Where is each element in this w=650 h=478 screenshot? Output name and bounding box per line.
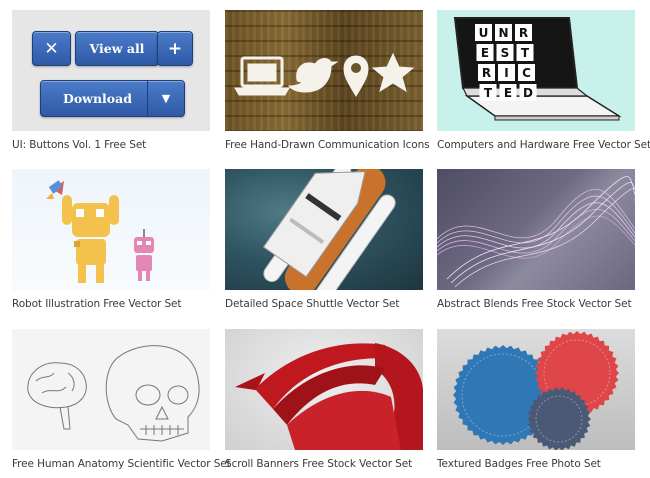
thumbnail-space-shuttle[interactable]: [225, 169, 423, 290]
letter-tile-text: I: [504, 66, 508, 80]
close-button-sample: ✕: [32, 31, 71, 66]
view-all-button-sample: View all: [75, 31, 159, 66]
letter-tile-text: S: [501, 46, 510, 60]
letter-tile-text: T: [484, 86, 493, 100]
letter-tile-text: T: [521, 46, 530, 60]
thumbnail-abstract-blends[interactable]: [437, 169, 635, 290]
rocket-icon: [46, 180, 64, 199]
yellow-robot-icon: [62, 195, 119, 283]
card-caption[interactable]: Abstract Blends Free Stock Vector Set: [437, 298, 632, 310]
scroll-banner-illustration: [235, 343, 423, 450]
thumbnail-hand-drawn-icons[interactable]: [225, 10, 423, 131]
letter-tile-text: D: [523, 86, 533, 100]
gallery-card-ui-buttons[interactable]: ✕ View all + Download ▼ UI: Buttons Vol.…: [12, 10, 210, 151]
skull-icon: [105, 345, 200, 442]
plus-button-sample: +: [157, 31, 193, 66]
plus-icon: +: [167, 38, 183, 59]
letter-tile-text: R: [519, 26, 528, 40]
gallery-card-space-shuttle[interactable]: Detailed Space Shuttle Vector Set: [225, 169, 423, 310]
thumbnail-human-anatomy[interactable]: [12, 329, 210, 450]
anatomy-illustration: [27, 345, 200, 442]
card-caption[interactable]: Robot Illustration Free Vector Set: [12, 298, 182, 310]
location-pin-icon: [343, 55, 369, 97]
gallery-card-human-anatomy[interactable]: Free Human Anatomy Scientific Vector Set: [12, 329, 231, 470]
card-caption[interactable]: Free Hand-Drawn Communication Icons: [225, 139, 430, 151]
card-caption[interactable]: Computers and Hardware Free Vector Set: [437, 139, 650, 151]
badges-illustration: [453, 331, 619, 450]
letter-tile-text: E: [504, 86, 512, 100]
card-caption[interactable]: Textured Badges Free Photo Set: [437, 458, 601, 470]
robot-illustration: [46, 180, 154, 283]
letter-tile-text: C: [522, 66, 531, 80]
view-all-label: View all: [89, 41, 145, 56]
brain-icon: [27, 362, 87, 430]
card-caption[interactable]: Free Human Anatomy Scientific Vector Set: [12, 458, 231, 470]
close-icon: ✕: [44, 38, 59, 59]
card-caption[interactable]: UI: Buttons Vol. 1 Free Set: [12, 139, 146, 151]
letter-tile-text: N: [498, 26, 508, 40]
thumbnail-robots[interactable]: [12, 169, 210, 290]
card-caption[interactable]: Detailed Space Shuttle Vector Set: [225, 298, 399, 310]
gallery-card-hand-drawn-icons[interactable]: Free Hand-Drawn Communication Icons: [225, 10, 430, 151]
pink-robot-icon: [134, 229, 154, 281]
thumbnail-textured-badges[interactable]: [437, 329, 635, 450]
laptop-illustration: U N RE S TR I CT E D: [453, 17, 622, 121]
gallery-card-robots[interactable]: Robot Illustration Free Vector Set: [12, 169, 210, 310]
thumbnail-ui-buttons[interactable]: ✕ View all + Download ▼: [12, 10, 210, 131]
hand-drawn-icons-illustration: [234, 52, 415, 97]
gallery-card-computers[interactable]: UNRESTRICTED Computers and Hardware Free…: [437, 10, 650, 151]
twitter-bird-icon: [288, 58, 339, 93]
gallery-card-textured-badges[interactable]: Textured Badges Free Photo Set: [437, 329, 635, 470]
letter-tile-text: R: [482, 66, 491, 80]
abstract-blend-illustration: [437, 176, 635, 288]
download-button-sample: Download ▼: [40, 80, 185, 117]
dropdown-caret-icon: ▼: [147, 81, 184, 116]
thumbnail-computers[interactable]: UNRESTRICTED: [437, 10, 635, 131]
star-icon: [371, 52, 415, 93]
letter-tile-text: U: [479, 26, 489, 40]
thumbnail-scroll-banners[interactable]: [225, 329, 423, 450]
gallery-card-abstract-blends[interactable]: Abstract Blends Free Stock Vector Set: [437, 169, 635, 310]
laptop-icon: [234, 56, 290, 96]
card-caption[interactable]: Scroll Banners Free Stock Vector Set: [225, 458, 412, 470]
space-shuttle-illustration: [262, 169, 396, 290]
letter-tile-text: E: [481, 46, 489, 60]
gallery-card-scroll-banners[interactable]: Scroll Banners Free Stock Vector Set: [225, 329, 423, 470]
download-label: Download: [63, 91, 132, 106]
